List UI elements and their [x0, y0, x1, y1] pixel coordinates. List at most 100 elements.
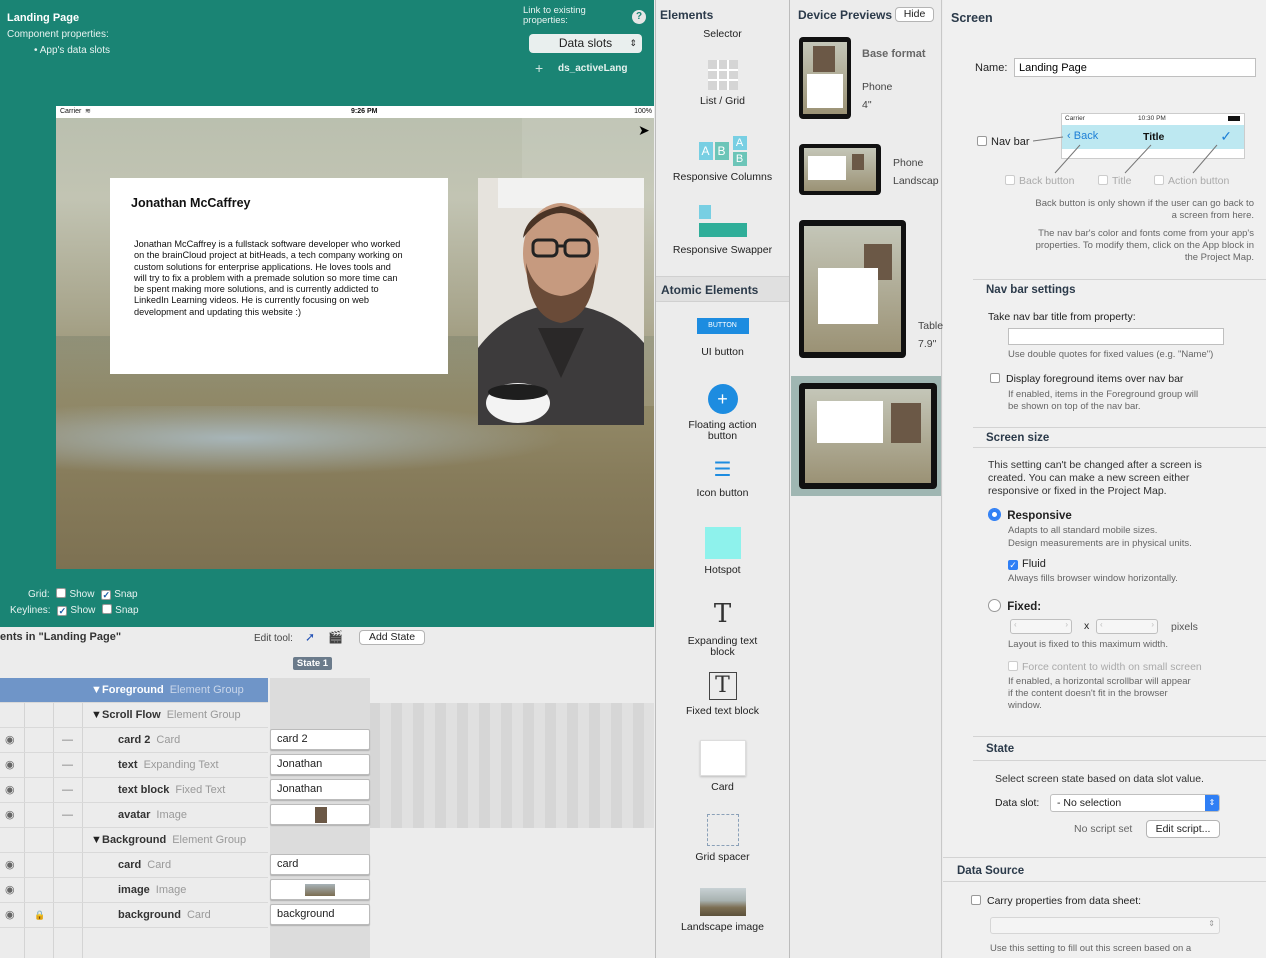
tree-row-card[interactable]: ◉ card Card: [0, 853, 268, 878]
visibility-eye-icon[interactable]: ◉: [5, 728, 15, 753]
visibility-eye-icon[interactable]: ◉: [5, 778, 15, 803]
hide-previews-button[interactable]: Hide: [895, 7, 934, 22]
data-source-header: Data Source: [957, 865, 1025, 877]
state-cell-text[interactable]: Jonathan: [270, 754, 370, 775]
tree-header: ents in "Landing Page": [0, 631, 122, 643]
tree-row-scroll-flow[interactable]: ▼ Scroll Flow Element Group: [0, 703, 268, 728]
selector-element[interactable]: Selector: [656, 29, 789, 40]
screen-size-header: Screen size: [986, 432, 1050, 444]
action-button-checkbox[interactable]: [1154, 175, 1164, 185]
nav-bar-checkbox[interactable]: [977, 136, 987, 146]
responsive-label: Responsive: [1007, 510, 1072, 522]
fluid-checkbox[interactable]: ✓: [1008, 560, 1018, 570]
add-state-button[interactable]: Add State: [359, 630, 425, 645]
tree-row-card2[interactable]: ◉ — card 2 Card: [0, 728, 268, 753]
hotspot-label: Hotspot: [704, 564, 741, 576]
responsive-columns-element[interactable]: A B A B Responsive Columns: [656, 136, 789, 183]
visibility-eye-icon[interactable]: ◉: [5, 878, 15, 903]
visibility-eye-icon[interactable]: ◉: [5, 803, 15, 828]
fixed-text-element[interactable]: T Fixed text block: [656, 672, 789, 717]
state-cell-card2[interactable]: card 2: [270, 729, 370, 750]
data-slot-item[interactable]: ds_activeLang: [558, 63, 627, 74]
title-checkbox[interactable]: [1098, 175, 1108, 185]
fixed-height-stepper[interactable]: ‹ ›: [1096, 619, 1158, 634]
nav-mock-carrier: Carrier: [1065, 115, 1085, 122]
grid-show-checkbox[interactable]: [56, 588, 67, 598]
screen-name-input[interactable]: [1014, 58, 1256, 77]
disclosure-triangle-icon[interactable]: ▼: [91, 828, 102, 853]
grid-spacer-element[interactable]: Grid spacer: [656, 814, 789, 863]
nav-title-property-input[interactable]: [1008, 328, 1224, 345]
lock-dash-icon[interactable]: —: [62, 753, 73, 778]
hotspot-element[interactable]: Hotspot: [656, 527, 789, 576]
keylines-show-checkbox[interactable]: ✓: [57, 606, 68, 616]
fab-element[interactable]: + Floating action button: [656, 384, 789, 442]
state-badge[interactable]: State 1: [293, 657, 332, 670]
force-width-checkbox[interactable]: [1008, 661, 1018, 671]
grid-label: Grid:: [28, 589, 50, 600]
back-button-checkbox[interactable]: [1005, 175, 1015, 185]
data-slot-select[interactable]: - No selection ⇕: [1050, 794, 1220, 812]
data-slots-dropdown[interactable]: Data slots ⇕: [529, 34, 642, 53]
data-sheet-select[interactable]: ⇕: [990, 917, 1220, 934]
responsive-radio[interactable]: [988, 508, 1001, 521]
visibility-eye-icon[interactable]: ◉: [5, 853, 15, 878]
preview-phone-landscape[interactable]: [799, 144, 881, 195]
disclosure-triangle-icon[interactable]: ▼: [91, 678, 102, 703]
tree-row-avatar[interactable]: ◉ — avatar Image: [0, 803, 268, 828]
avatar-image[interactable]: [478, 178, 644, 425]
carry-properties-option: Carry properties from data sheet:: [971, 895, 1141, 907]
keylines-snap-checkbox[interactable]: [102, 604, 113, 614]
lock-icon[interactable]: 🔒: [34, 903, 45, 928]
tree-row-image[interactable]: ◉ image Image: [0, 878, 268, 903]
tree-row-text[interactable]: ◉ — text Expanding Text: [0, 753, 268, 778]
divider: [943, 857, 1266, 858]
state-cell-avatar[interactable]: [270, 804, 370, 825]
icon-button-element[interactable]: ☰ Icon button: [656, 460, 789, 499]
phone-landscape-label: Phone: [893, 157, 924, 169]
tree-row-foreground[interactable]: ▼ Foreground Element Group: [0, 678, 268, 703]
list-grid-element[interactable]: List / Grid: [656, 60, 789, 107]
landscape-image-element[interactable]: Landscape image: [656, 888, 789, 933]
tablet-label: Table: [918, 320, 944, 332]
grid-snap-checkbox[interactable]: ✓: [101, 590, 112, 600]
card-element[interactable]: Card: [656, 740, 789, 793]
pointer-tool-icon[interactable]: ➚: [305, 630, 315, 644]
nav-note-back: Back button is only shown if the user ca…: [1035, 198, 1254, 221]
hotspot-icon: [704, 527, 741, 559]
responsive-swapper-element[interactable]: Responsive Swapper: [656, 205, 789, 256]
preview-tablet-landscape[interactable]: [799, 383, 937, 489]
visibility-eye-icon[interactable]: ◉: [5, 903, 15, 928]
state-note: Select screen state based on data slot v…: [995, 773, 1204, 785]
preview-phone[interactable]: [799, 37, 851, 119]
disclosure-triangle-icon[interactable]: ▼: [91, 703, 102, 728]
expanding-text-element[interactable]: T Expanding text block: [656, 600, 789, 658]
visibility-eye-icon[interactable]: ◉: [5, 753, 15, 778]
lock-dash-icon[interactable]: —: [62, 803, 73, 828]
lock-dash-icon[interactable]: —: [62, 728, 73, 753]
edit-script-button[interactable]: Edit script...: [1146, 820, 1220, 838]
fixed-width-stepper[interactable]: ‹ ›: [1010, 619, 1072, 634]
add-icon[interactable]: +: [535, 60, 543, 76]
state-cell-image[interactable]: [270, 879, 370, 900]
fixed-radio[interactable]: [988, 599, 1001, 612]
state-cell-card[interactable]: card: [270, 854, 370, 875]
carry-properties-checkbox[interactable]: [971, 895, 981, 905]
bio-card[interactable]: Jonathan McCaffrey Jonathan McCaffrey is…: [110, 178, 448, 374]
lock-dash-icon[interactable]: —: [62, 778, 73, 803]
tree-row-name: Foreground: [102, 684, 164, 696]
state-cell-background[interactable]: background: [270, 904, 370, 925]
help-icon[interactable]: ?: [632, 10, 646, 24]
tree-row-background-group[interactable]: ▼ Background Element Group: [0, 828, 268, 853]
tree-row-background[interactable]: ◉ 🔒 background Card: [0, 903, 268, 928]
tree-row-text-block[interactable]: ◉ — text block Fixed Text: [0, 778, 268, 803]
display-foreground-checkbox[interactable]: [990, 373, 1000, 383]
avatar-portrait: [478, 178, 644, 425]
status-time: 9:26 PM: [351, 108, 378, 115]
clapper-tool-icon[interactable]: 🎬: [328, 630, 343, 644]
state-cell-text-block[interactable]: Jonathan: [270, 779, 370, 800]
fixed-text-icon: T: [708, 672, 737, 700]
preview-tablet[interactable]: [799, 220, 906, 358]
force-note: If enabled, a horizontal scrollbar will …: [1008, 676, 1191, 711]
ui-button-element[interactable]: BUTTON UI button: [656, 318, 789, 358]
